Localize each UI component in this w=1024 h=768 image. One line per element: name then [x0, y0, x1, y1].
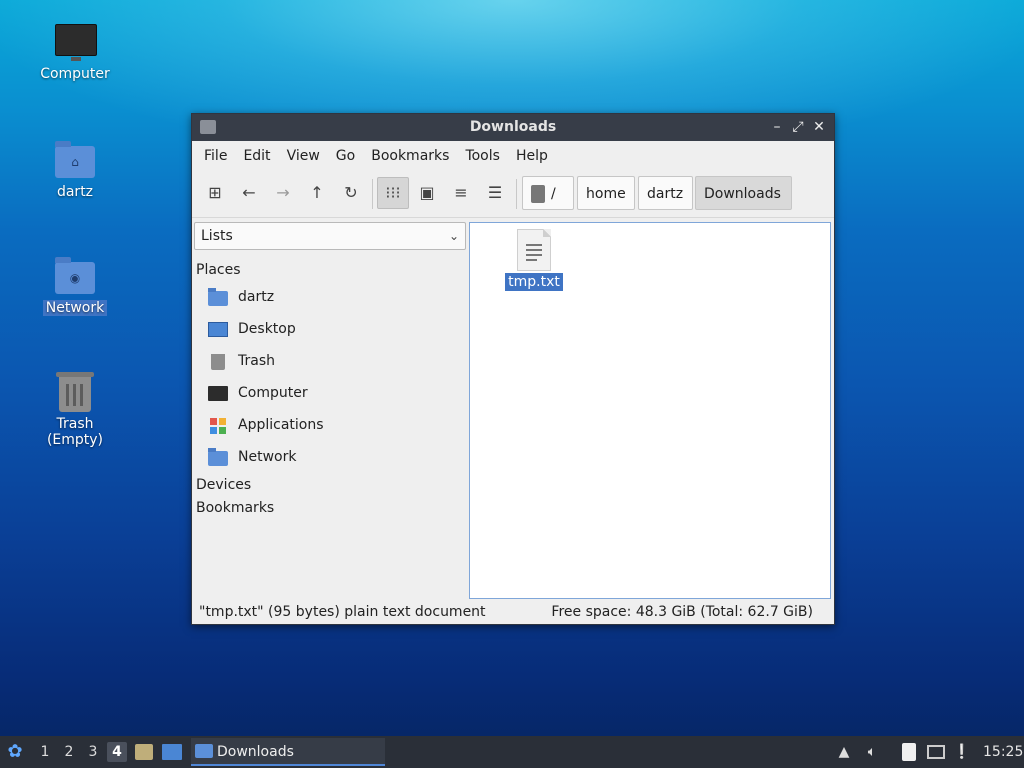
workspace-2[interactable]: 2: [59, 742, 79, 762]
file-view[interactable]: tmp.txt: [469, 222, 831, 599]
menu-view[interactable]: View: [279, 148, 328, 164]
bookmarks-header[interactable]: Bookmarks: [196, 500, 274, 516]
file-manager-launcher-icon[interactable]: [134, 742, 154, 762]
home-folder-icon: [208, 288, 228, 306]
toolbar: ⊞ ← → ↑ ↻ ⁝⁝⁝ ▣ ≡ ☰ / home dartz Downloa…: [192, 171, 834, 218]
workspace-3[interactable]: 3: [83, 742, 103, 762]
desktop-icon-label: Trash (Empty): [46, 416, 104, 448]
place-label: Computer: [238, 385, 308, 401]
folder-icon: [195, 744, 213, 758]
desktop-icon-computer[interactable]: Computer: [25, 22, 125, 82]
forward-arrow-icon[interactable]: →: [268, 177, 298, 209]
devices-header[interactable]: Devices: [196, 477, 251, 493]
drive-icon: [531, 185, 545, 203]
desktop-icon-label: dartz: [56, 184, 94, 200]
desktop-icon: [208, 320, 228, 338]
path-segment-dartz[interactable]: dartz: [638, 176, 693, 210]
side-pane-mode-select[interactable]: Lists ⌄: [194, 222, 466, 250]
back-arrow-icon[interactable]: ←: [234, 177, 264, 209]
workspace-1[interactable]: 1: [35, 742, 55, 762]
side-pane-mode-label: Lists: [201, 228, 233, 244]
detailed-list-icon[interactable]: ☰: [480, 177, 510, 209]
reload-icon[interactable]: ↻: [336, 177, 366, 209]
toolbar-separator: [372, 179, 373, 209]
start-menu-icon[interactable]: ✿: [5, 742, 25, 762]
toolbar-separator: [516, 179, 517, 209]
taskbar: ✿ 1 2 3 4 Downloads ▲ 🔈︎ ❕ 15:25: [0, 736, 1024, 768]
new-tab-icon[interactable]: ⊞: [200, 177, 230, 209]
menu-edit[interactable]: Edit: [235, 148, 278, 164]
side-pane: Lists ⌄ Places dartz Desktop Trash Compu…: [194, 222, 466, 602]
menu-tools[interactable]: Tools: [457, 148, 508, 164]
place-label: Trash: [238, 353, 275, 369]
maximize-button[interactable]: ⤢: [789, 118, 807, 136]
clock[interactable]: 15:25: [983, 736, 1023, 768]
minimize-button[interactable]: –: [768, 118, 786, 136]
applications-icon: [208, 416, 228, 434]
home-folder-icon: ⌂: [55, 141, 95, 178]
place-label: dartz: [238, 289, 275, 305]
taskbar-task-downloads[interactable]: Downloads: [191, 738, 385, 766]
computer-icon: [55, 24, 97, 61]
file-manager-window: Downloads – ⤢ ✕ File Edit View Go Bookma…: [191, 113, 835, 625]
path-segment-downloads[interactable]: Downloads: [695, 176, 792, 210]
file-item[interactable]: tmp.txt: [504, 229, 564, 291]
network-status-icon[interactable]: [926, 742, 946, 762]
up-arrow-icon[interactable]: ↑: [302, 177, 332, 209]
workspace-4[interactable]: 4: [107, 742, 127, 762]
task-title: Downloads: [217, 744, 294, 760]
place-label: Desktop: [238, 321, 296, 337]
desktop-icon-label: Network: [42, 300, 108, 316]
status-free-space: Free space: 48.3 GiB (Total: 62.7 GiB): [551, 604, 813, 620]
text-file-icon: [517, 229, 551, 271]
tray-expand-icon[interactable]: ▲: [834, 742, 854, 762]
desktop-icon-network[interactable]: ◉ Network: [25, 256, 125, 316]
show-desktop-icon[interactable]: [162, 742, 182, 762]
place-label: Network: [238, 449, 297, 465]
desktop-icon-trash[interactable]: Trash (Empty): [25, 372, 125, 448]
network-folder-icon: ◉: [55, 257, 95, 294]
volume-icon[interactable]: 🔈︎: [862, 742, 882, 762]
trash-icon: [208, 352, 228, 370]
chevron-down-icon: ⌄: [448, 229, 459, 243]
path-root-label: /: [551, 186, 556, 202]
icon-view-icon[interactable]: ⁝⁝⁝: [377, 177, 409, 209]
file-name: tmp.txt: [505, 273, 563, 291]
window-title: Downloads: [469, 119, 557, 135]
place-label: Applications: [238, 417, 324, 433]
compact-view-icon[interactable]: ≡: [446, 177, 476, 209]
menubar: File Edit View Go Bookmarks Tools Help: [192, 141, 834, 171]
trash-icon: [56, 372, 94, 412]
path-segment-home[interactable]: home: [577, 176, 635, 210]
menu-help[interactable]: Help: [508, 148, 556, 164]
network-folder-icon: [208, 448, 228, 466]
status-bar: "tmp.txt" (95 bytes) plain text document…: [192, 600, 834, 624]
menu-file[interactable]: File: [196, 148, 235, 164]
menu-bookmarks[interactable]: Bookmarks: [363, 148, 457, 164]
menu-go[interactable]: Go: [328, 148, 363, 164]
update-notification-icon[interactable]: ❕: [952, 742, 972, 762]
desktop-icon-home[interactable]: ⌂ dartz: [25, 140, 125, 200]
clipboard-icon[interactable]: [899, 742, 919, 762]
thumbnail-view-icon[interactable]: ▣: [412, 177, 442, 209]
path-root-button[interactable]: /: [522, 176, 574, 210]
computer-icon: [208, 384, 228, 402]
places-header: Places: [196, 262, 241, 278]
status-selection-info: "tmp.txt" (95 bytes) plain text document: [199, 604, 486, 620]
titlebar[interactable]: Downloads – ⤢ ✕: [192, 114, 834, 141]
close-button[interactable]: ✕: [810, 118, 828, 136]
desktop-icon-label: Computer: [40, 66, 110, 82]
